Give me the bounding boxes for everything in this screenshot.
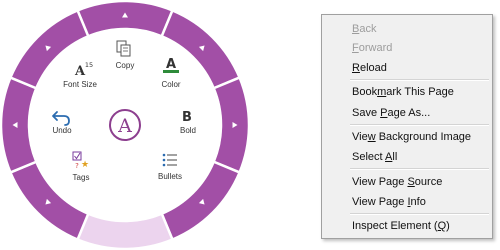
menu-item-reload[interactable]: Reload bbox=[352, 61, 387, 75]
svg-text:15: 15 bbox=[85, 61, 93, 69]
bold-command[interactable]: B Bold bbox=[168, 105, 208, 137]
radial-center-glyph: A bbox=[117, 115, 132, 137]
menu-item-forward[interactable]: Forward bbox=[352, 41, 392, 55]
bold-label: Bold bbox=[180, 126, 196, 135]
svg-text:?: ? bbox=[75, 162, 79, 170]
color-label: Color bbox=[161, 80, 180, 89]
font-size-command[interactable]: A 15 Font Size bbox=[58, 55, 104, 91]
menu-item-view-page-source[interactable]: View Page Source bbox=[352, 175, 442, 189]
svg-text:★: ★ bbox=[81, 160, 89, 170]
bullets-label: Bullets bbox=[158, 172, 182, 181]
menu-separator bbox=[350, 168, 489, 170]
menu-separator bbox=[350, 79, 489, 81]
copy-label: Copy bbox=[116, 61, 135, 70]
onenote-radial-menu: A Copy A Color B Bold Bullets ★ ? Tags U… bbox=[0, 0, 250, 250]
browser-context-menu: Back Forward Reload Bookmark This Page S… bbox=[321, 14, 493, 239]
radial-center-button[interactable]: A bbox=[109, 109, 141, 141]
bold-icon: B bbox=[182, 110, 192, 125]
menu-item-view-page-info[interactable]: View Page Info bbox=[352, 195, 426, 209]
menu-item-view-background-image[interactable]: View Background Image bbox=[352, 130, 471, 144]
svg-text:A: A bbox=[166, 57, 176, 72]
undo-label: Undo bbox=[52, 126, 72, 135]
menu-item-inspect-element[interactable]: Inspect Element (Q) bbox=[352, 219, 450, 233]
bullets-command[interactable]: Bullets bbox=[150, 148, 192, 182]
copy-command[interactable]: Copy bbox=[105, 38, 145, 72]
undo-command[interactable]: Undo bbox=[44, 105, 82, 137]
menu-separator bbox=[350, 124, 489, 126]
menu-item-bookmark-page[interactable]: Bookmark This Page bbox=[352, 85, 454, 99]
tags-command[interactable]: ★ ? Tags bbox=[62, 148, 102, 184]
tags-label: Tags bbox=[73, 173, 90, 182]
font-size-label: Font Size bbox=[63, 80, 97, 89]
font-color-command[interactable]: A Color bbox=[150, 52, 192, 90]
menu-item-select-all[interactable]: Select All bbox=[352, 150, 397, 164]
menu-item-save-page-as[interactable]: Save Page As... bbox=[352, 106, 430, 120]
menu-item-back[interactable]: Back bbox=[352, 22, 376, 36]
menu-separator bbox=[350, 213, 489, 215]
